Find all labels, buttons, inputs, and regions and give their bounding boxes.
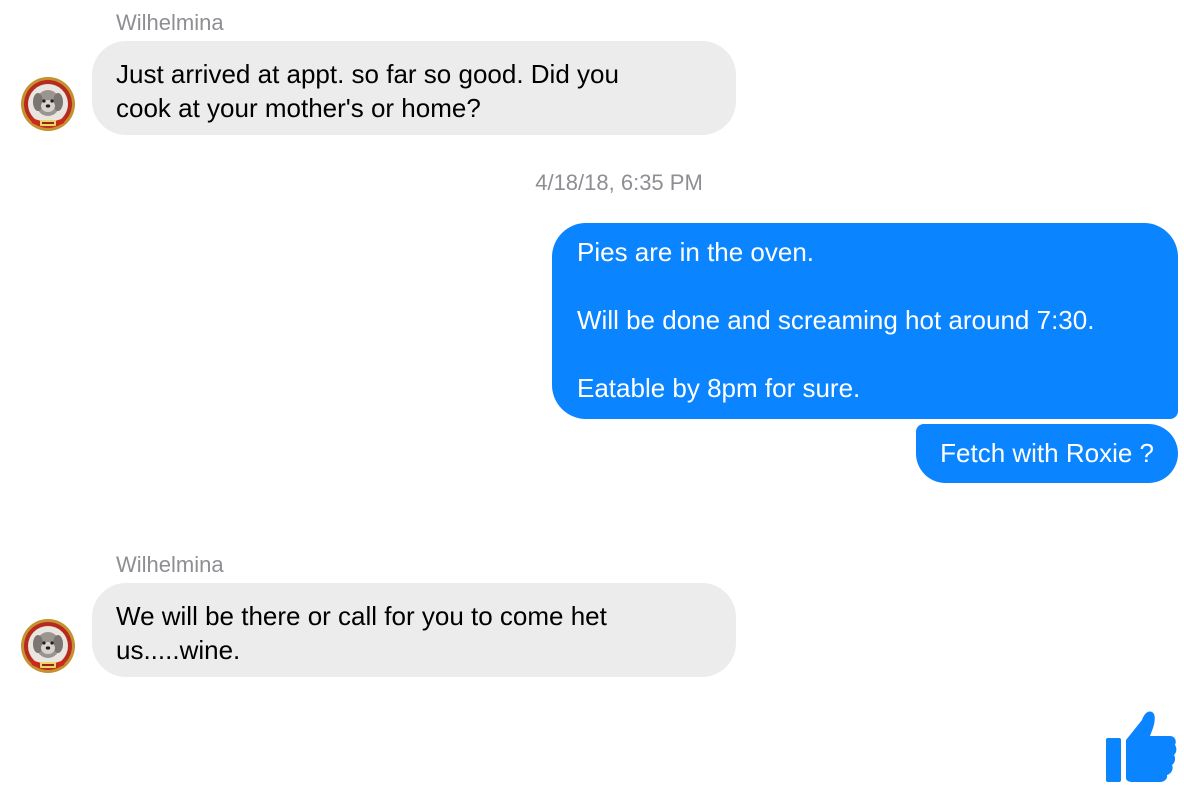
message-text-line: Just arrived at appt. so far so good. Di… (116, 59, 619, 89)
pet-dog-avatar (21, 619, 75, 673)
outgoing-message[interactable]: Pies are in the oven. Will be done and s… (552, 223, 1178, 419)
line-break (577, 269, 1154, 303)
like-button[interactable] (1104, 708, 1178, 784)
outgoing-message[interactable]: Fetch with Roxie ? (916, 424, 1178, 483)
contact-avatar[interactable] (20, 76, 76, 132)
message-text-line: cook at your mother's or home? (116, 93, 481, 123)
contact-avatar[interactable] (20, 618, 76, 674)
pet-dog-avatar (21, 77, 75, 131)
line-break (577, 337, 1154, 371)
message-text-line: Will be done and screaming hot around 7:… (577, 305, 1095, 335)
message-text-line: Eatable by 8pm for sure. (577, 373, 861, 403)
incoming-message[interactable]: We will be there or call for you to come… (92, 583, 736, 677)
message-text-line: Pies are in the oven. (577, 237, 815, 267)
thumbs-up-icon (1106, 711, 1177, 782)
sender-name: Wilhelmina (116, 10, 224, 35)
message-text-line: us.....wine. (116, 635, 241, 665)
message-timestamp: 4/18/18, 6:35 PM (535, 170, 703, 195)
incoming-message[interactable]: Just arrived at appt. so far so good. Di… (92, 41, 736, 135)
sender-name: Wilhelmina (116, 552, 224, 577)
message-text-line: We will be there or call for you to come… (116, 601, 607, 631)
